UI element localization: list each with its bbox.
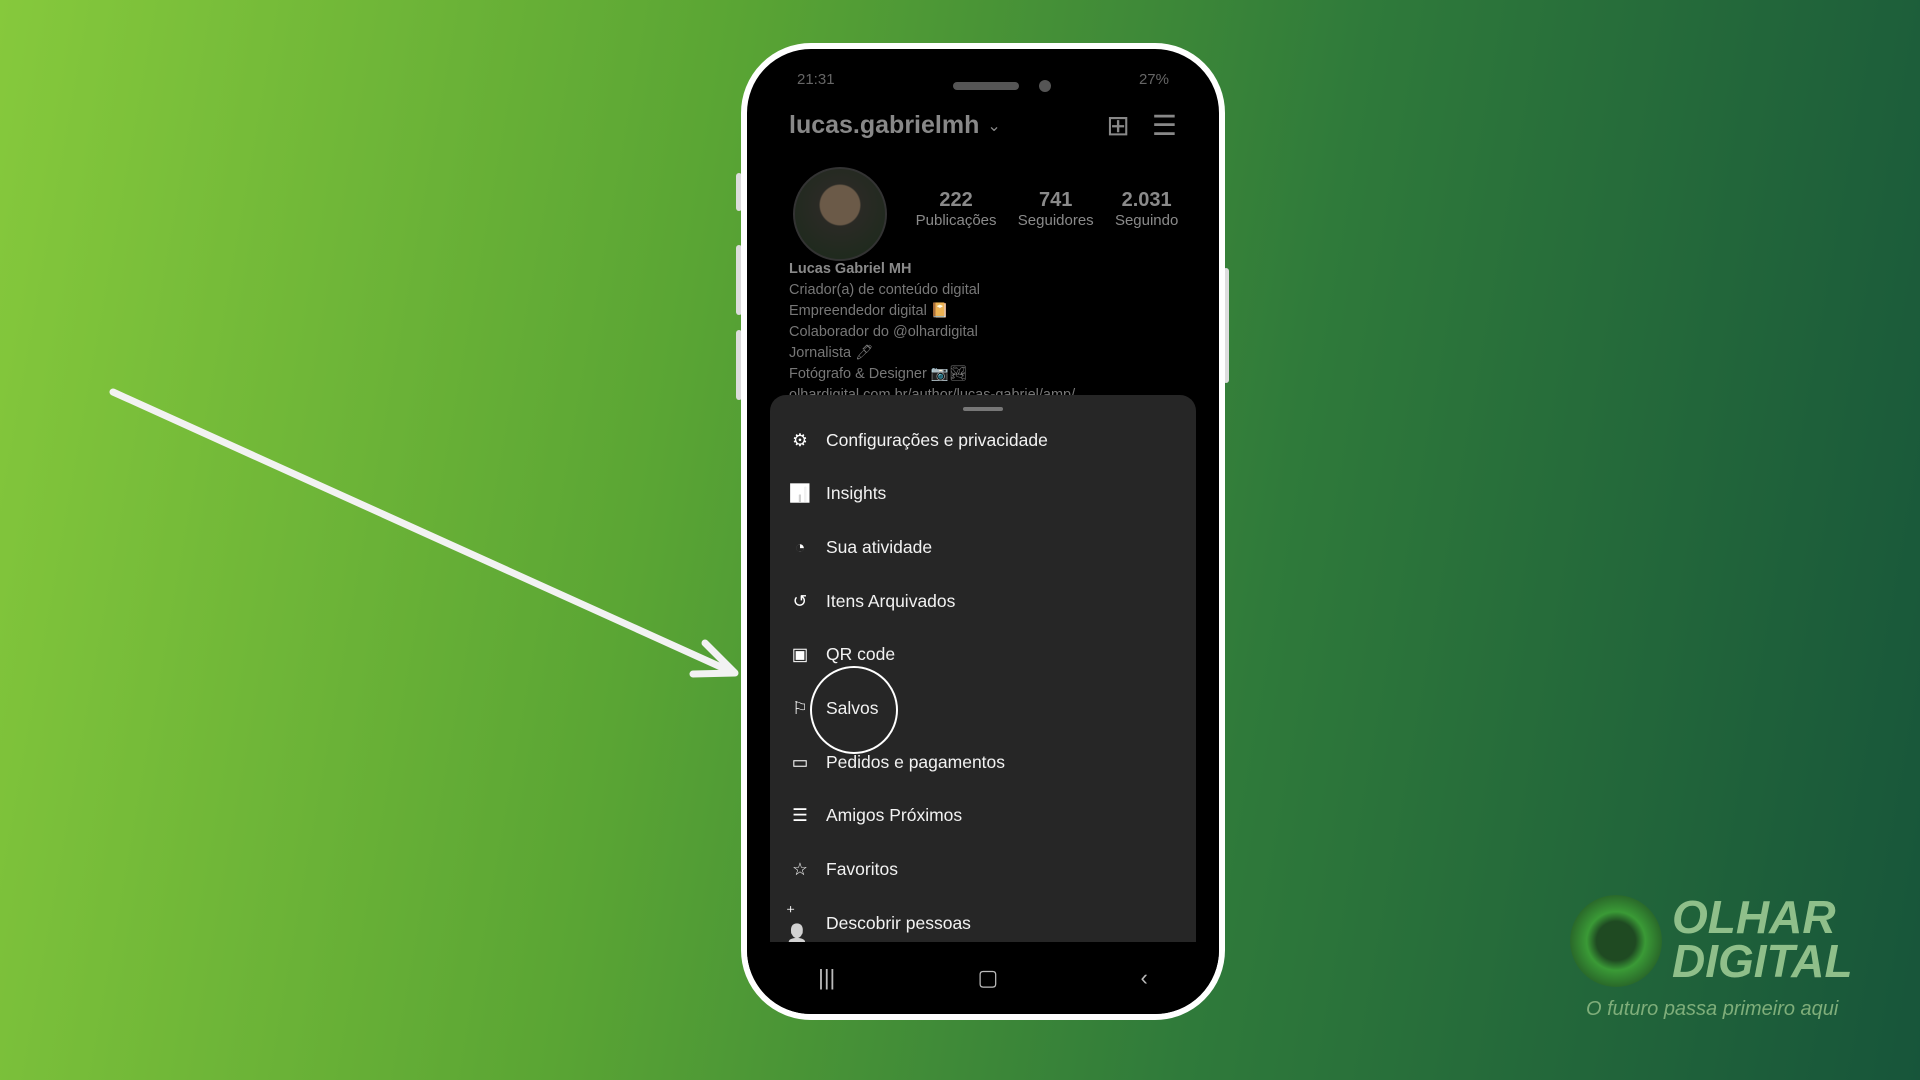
speaker [953,82,1019,90]
bar-chart-icon: 📊 [789,483,811,504]
stat-followers[interactable]: 741 Seguidores [1018,189,1094,230]
highlight-circle [810,666,898,754]
add-person-icon: ⁺👤 [786,902,808,944]
phone: 21:31 27% lucas.gabrielmh ⌄ ⊞ ☰ 222 Publi… [741,43,1225,1020]
display-name: Lucas Gabriel MH [789,261,912,277]
menu-item-label: Descobrir pessoas [826,912,971,933]
activity-icon: ◔ [794,536,806,557]
menu-item[interactable]: ▭ Pedidos e pagamentos [786,748,1005,776]
username[interactable]: lucas.gabrielmh [789,111,979,140]
chevron-down-icon[interactable]: ⌄ [987,116,1000,136]
status-battery: 27% [1138,71,1169,88]
bio-line: Fotógrafo & Designer 📷🏞 [789,366,968,382]
archive-icon: ↺ [792,590,808,611]
eye-logo-icon [1570,895,1662,987]
close-friends-icon: ☰ [792,805,808,826]
menu-icon[interactable]: ☰ [1152,109,1177,142]
add-icon[interactable]: ⊞ [1106,109,1129,142]
bio-line: Empreendedor digital 📔 [789,303,949,319]
back-icon[interactable]: ‹ [1141,965,1148,991]
menu-item[interactable]: ⚙ Configurações e privacidade [786,426,1048,454]
tagline: O futuro passa primeiro aqui [1586,998,1839,1020]
settings-icon: ⚙ [792,429,808,450]
menu-item[interactable]: ⁺👤 Descobrir pessoas [786,902,971,944]
stat-posts[interactable]: 222 Publicações [916,189,997,230]
menu-item-label: Pedidos e pagamentos [826,751,1006,772]
menu-item-label: Sua atividade [826,536,933,557]
avatar[interactable] [793,167,887,261]
bio-line[interactable]: Colaborador do @olhardigital [789,322,1075,343]
menu-item[interactable]: ◔ Sua atividade [786,533,932,561]
status-time: 21:31 [797,71,835,88]
stat-following[interactable]: 2.031 Seguindo [1115,189,1178,230]
menu-item-label: Itens Arquivados [826,590,956,611]
bio-line: Jornalista 🖊 [789,345,874,361]
brand-line: OLHAR [1672,891,1836,943]
olhar-digital-logo: OLHAR DIGITAL O futuro passa primeiro aqu… [1570,891,1880,1025]
menu-item[interactable]: ☆ Favoritos [786,856,898,884]
camera [1039,80,1051,92]
bio-line: Criador(a) de conteúdo digital [789,282,981,298]
drag-handle[interactable] [963,407,1003,411]
nav-bar: ||| ▢ ‹ [747,942,1219,1014]
menu-item[interactable]: ▣ QR code [786,641,895,669]
brand-line: DIGITAL [1672,935,1853,987]
menu-item-label: Amigos Próximos [826,805,963,826]
menu-item-label: Configurações e privacidade [826,429,1048,450]
menu-item-label: QR code [826,644,896,665]
card-icon: ▭ [791,751,809,772]
menu-item[interactable]: ↺ Itens Arquivados [786,587,956,615]
recents-icon[interactable]: ||| [818,965,835,991]
bio: Lucas Gabriel MH Criador(a) de conteúdo … [789,259,1075,406]
menu-item[interactable]: 📊 Insights [786,480,886,508]
home-icon[interactable]: ▢ [978,965,999,991]
qr-code-icon: ▣ [791,644,809,665]
menu-item[interactable]: ☰ Amigos Próximos [786,802,962,830]
menu-item-label: Favoritos [826,859,898,880]
menu-item-label: Insights [826,483,887,504]
star-icon: ☆ [792,859,808,880]
